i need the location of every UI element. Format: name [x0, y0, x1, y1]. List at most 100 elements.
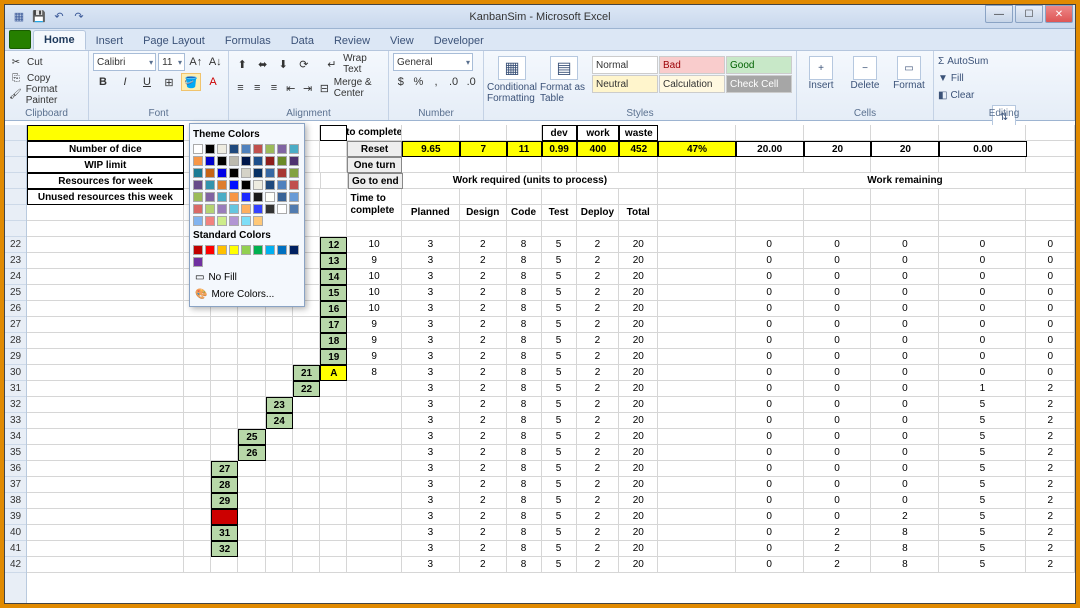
cell[interactable]: [238, 525, 265, 541]
cell[interactable]: 12: [320, 237, 347, 253]
align-middle-icon[interactable]: ⬌: [254, 55, 273, 73]
cell[interactable]: 2: [460, 461, 507, 477]
close-button[interactable]: ✕: [1045, 5, 1073, 23]
cell[interactable]: 0: [939, 349, 1026, 365]
cell[interactable]: 8: [507, 381, 542, 397]
cell[interactable]: Unused resources this week: [27, 189, 184, 205]
cell[interactable]: [320, 429, 347, 445]
cell[interactable]: 2: [577, 381, 620, 397]
cell[interactable]: 3: [402, 237, 460, 253]
cell[interactable]: [939, 157, 1026, 173]
cell[interactable]: 20: [619, 237, 658, 253]
cell[interactable]: 0: [804, 301, 872, 317]
cell[interactable]: 2: [1026, 557, 1075, 573]
cell[interactable]: [266, 461, 293, 477]
cell[interactable]: 0: [871, 349, 939, 365]
cell[interactable]: 2: [460, 333, 507, 349]
cell[interactable]: 2: [1026, 493, 1075, 509]
cell[interactable]: [320, 125, 347, 141]
cell[interactable]: [27, 285, 184, 301]
cell[interactable]: [320, 189, 347, 205]
cell[interactable]: [238, 381, 265, 397]
cell[interactable]: 20.00: [736, 141, 804, 157]
color-swatch[interactable]: [217, 168, 227, 178]
align-left-icon[interactable]: ≡: [233, 79, 248, 97]
cell[interactable]: 2: [1026, 525, 1075, 541]
row-header[interactable]: 22: [5, 237, 26, 253]
cell[interactable]: [507, 221, 542, 237]
cell[interactable]: 2: [577, 445, 620, 461]
cell[interactable]: 2: [871, 509, 939, 525]
style-cell-normal[interactable]: Normal: [592, 56, 658, 74]
cell[interactable]: [347, 445, 401, 461]
color-swatch[interactable]: [229, 245, 239, 255]
cell[interactable]: 20: [619, 381, 658, 397]
cell[interactable]: 2: [460, 253, 507, 269]
cell[interactable]: 2: [577, 541, 620, 557]
cell[interactable]: 10: [347, 285, 401, 301]
cell[interactable]: [266, 429, 293, 445]
cell[interactable]: 0: [736, 365, 804, 381]
cell[interactable]: 452: [619, 141, 658, 157]
cell[interactable]: [658, 125, 736, 141]
cell[interactable]: 2: [577, 349, 620, 365]
cell[interactable]: 5: [939, 541, 1026, 557]
cell[interactable]: [211, 365, 238, 381]
cell[interactable]: 0: [804, 477, 872, 493]
cell[interactable]: 0: [939, 237, 1026, 253]
row-header[interactable]: 42: [5, 557, 26, 573]
cell[interactable]: Deploy: [577, 205, 620, 221]
cell[interactable]: [184, 445, 211, 461]
fill-color-button[interactable]: 🪣: [181, 73, 201, 91]
cell[interactable]: 0: [804, 365, 872, 381]
cell[interactable]: 3: [402, 477, 460, 493]
row-header[interactable]: 23: [5, 253, 26, 269]
color-swatch[interactable]: [265, 156, 275, 166]
cell[interactable]: 25: [238, 429, 265, 445]
cell[interactable]: [1026, 157, 1075, 173]
cell[interactable]: [658, 205, 736, 221]
cell[interactable]: 0: [871, 477, 939, 493]
worksheet[interactable]: 2223242526272829303132333435363738394041…: [5, 125, 1075, 603]
cell[interactable]: [804, 157, 872, 173]
cell[interactable]: [507, 157, 542, 173]
row-header[interactable]: 40: [5, 525, 26, 541]
cell[interactable]: 0: [939, 333, 1026, 349]
cell[interactable]: 0: [939, 285, 1026, 301]
cell[interactable]: 5: [939, 397, 1026, 413]
cell[interactable]: 2: [460, 493, 507, 509]
cell[interactable]: 5: [542, 493, 577, 509]
cell[interactable]: [27, 349, 184, 365]
cell[interactable]: 0: [736, 317, 804, 333]
number-format-combo[interactable]: General: [393, 53, 473, 71]
cell[interactable]: [27, 317, 184, 333]
color-swatch[interactable]: [217, 156, 227, 166]
cell[interactable]: 20: [619, 541, 658, 557]
cell[interactable]: [184, 541, 211, 557]
cell[interactable]: [658, 461, 736, 477]
cell[interactable]: 9: [347, 317, 401, 333]
cell[interactable]: 20: [619, 349, 658, 365]
align-top-icon[interactable]: ⬆: [233, 55, 252, 73]
cell[interactable]: 8: [871, 525, 939, 541]
cell[interactable]: [184, 477, 211, 493]
cell[interactable]: [27, 461, 184, 477]
cell[interactable]: [347, 461, 401, 477]
cell[interactable]: [658, 429, 736, 445]
cell[interactable]: 8: [507, 413, 542, 429]
cell[interactable]: 0: [1026, 253, 1075, 269]
cell[interactable]: 0: [736, 381, 804, 397]
cell[interactable]: 0: [871, 429, 939, 445]
cell[interactable]: [507, 189, 542, 205]
cell[interactable]: 0: [1026, 317, 1075, 333]
cell[interactable]: [293, 541, 320, 557]
cell[interactable]: [542, 157, 577, 173]
cell[interactable]: 20: [619, 413, 658, 429]
color-swatch[interactable]: [253, 144, 263, 154]
cell[interactable]: [658, 157, 736, 173]
cell[interactable]: 2: [460, 349, 507, 365]
cell[interactable]: 8: [507, 445, 542, 461]
cell[interactable]: 0: [736, 429, 804, 445]
cell[interactable]: [321, 173, 348, 189]
row-header[interactable]: 39: [5, 509, 26, 525]
